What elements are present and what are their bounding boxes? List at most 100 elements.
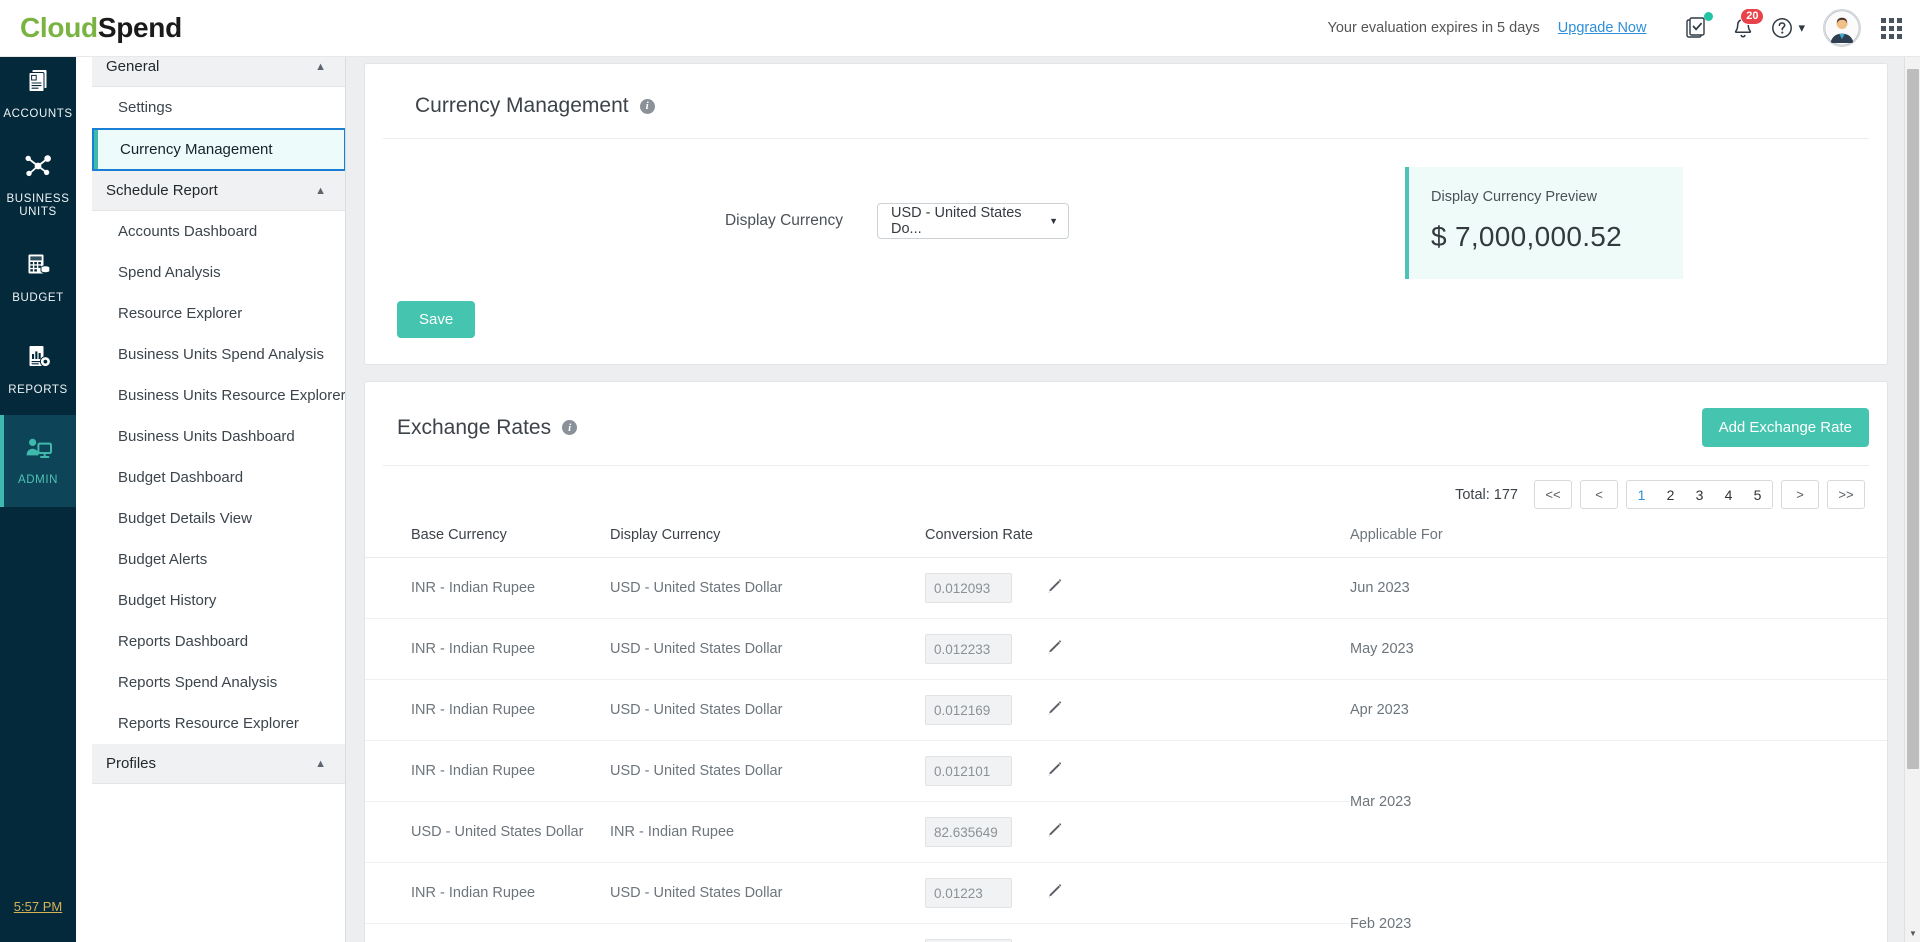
app-switcher-button[interactable] [1881,18,1902,39]
chevron-up-icon: ▲ [315,758,326,770]
edit-pencil-icon[interactable] [1045,821,1064,844]
pagination-pages: 1 2 3 4 5 [1626,480,1773,509]
cell-conversion-rate: 0.012101 [925,741,1045,802]
exchange-rates-title: Exchange Rates i [383,416,577,440]
session-clock[interactable]: 5:57 PM [0,899,76,914]
conversion-rate-input[interactable]: 0.012169 [925,695,1012,725]
cell-base-currency: INR - Indian Rupee [365,619,610,680]
pagination-total: Total: 177 [1455,487,1518,503]
admin-user-monitor-icon [23,436,53,467]
pagination-first-button[interactable]: << [1534,480,1572,509]
table-header: Base Currency Display Currency Conversio… [365,519,1887,558]
edit-pencil-icon[interactable] [1045,638,1064,661]
nav-group-profiles[interactable]: Profiles ▲ [92,744,346,784]
pagination-last-button[interactable]: >> [1827,480,1865,509]
tasks-status-dot [1704,12,1713,21]
upgrade-now-link[interactable]: Upgrade Now [1558,20,1647,36]
table-row: INR - Indian RupeeUSD - United States Do… [365,619,1887,680]
sidebar-item-budget-details-view[interactable]: Budget Details View [92,498,346,539]
sidebar-item-settings[interactable]: Settings [92,87,346,128]
edit-pencil-icon[interactable] [1045,882,1064,905]
sidebar-item-budget-alerts[interactable]: Budget Alerts [92,539,346,580]
rail-item-accounts[interactable]: ACCOUNTS [0,47,76,139]
edit-pencil-icon[interactable] [1045,760,1064,783]
sidebar-item-budget-history[interactable]: Budget History [92,580,346,621]
pagination-page-2[interactable]: 2 [1656,481,1685,508]
sidebar-item-label: Budget History [118,592,216,609]
save-button[interactable]: Save [397,301,475,338]
cell-display-currency: INR - Indian Rupee [610,802,925,863]
pagination-page-4[interactable]: 4 [1714,481,1743,508]
grid-dot [1881,18,1886,23]
rail-label-admin: ADMIN [18,474,58,487]
currency-management-card: Currency Management i Display Currency U… [364,63,1888,365]
avatar[interactable] [1823,9,1861,47]
info-icon[interactable]: i [640,99,655,114]
cell-conversion-rate: 0.012169 [925,680,1045,741]
rail-label-business-units: BUSINESSUNITS [7,193,70,219]
sidebar-item-currency-management[interactable]: Currency Management [92,128,346,171]
conversion-rate-input[interactable]: 0.012101 [925,756,1012,786]
conversion-rate-input[interactable]: 0.01223 [925,878,1012,908]
grid-dot [1881,34,1886,39]
column-applicable-for: Applicable For [1350,519,1887,558]
cell-base-currency: INR - Indian Rupee [365,741,610,802]
sidebar-item-budget-dashboard[interactable]: Budget Dashboard [92,457,346,498]
sidebar-item-reports-resource-explorer[interactable]: Reports Resource Explorer [92,703,346,744]
table-body: INR - Indian RupeeUSD - United States Do… [365,558,1887,942]
logo-cloud-text: Cloud [20,12,98,43]
preview-value: $ 7,000,000.52 [1431,221,1661,253]
rail-item-budget[interactable]: BUDGET [0,231,76,323]
rail-item-admin[interactable]: ADMIN [0,415,76,507]
rail-item-business-units[interactable]: BUSINESSUNITS [0,139,76,231]
pagination-page-1[interactable]: 1 [1627,481,1656,508]
notification-badge: 20 [1740,8,1764,25]
column-base-currency: Base Currency [365,519,610,558]
vertical-scrollbar[interactable]: ▲ ▼ [1904,47,1920,942]
add-exchange-rate-button[interactable]: Add Exchange Rate [1702,408,1869,447]
sidebar-item-spend-analysis[interactable]: Spend Analysis [92,252,346,293]
cell-base-currency: USD - United States Dollar [365,802,610,863]
cell-base-currency: INR - Indian Rupee [365,680,610,741]
cell-display-currency: USD - United States Dollar [610,558,925,619]
rail-label-accounts: ACCOUNTS [3,108,72,121]
cell-edit [1045,863,1350,924]
display-currency-select[interactable]: USD - United States Do... ▼ [877,203,1069,239]
cell-display-currency: INR - Indian Rupee [610,924,925,942]
conversion-rate-input[interactable]: 0.012233 [925,634,1012,664]
grid-dot [1897,18,1902,23]
cell-edit [1045,680,1350,741]
sidebar-item-accounts-dashboard[interactable]: Accounts Dashboard [92,211,346,252]
sidebar-item-business-units-dashboard[interactable]: Business Units Dashboard [92,416,346,457]
pagination-next-button[interactable]: > [1781,480,1819,509]
chevron-down-icon: ▾ [1798,20,1805,36]
cell-applicable-for: Feb 2023 [1350,863,1887,942]
pagination-page-3[interactable]: 3 [1685,481,1714,508]
edit-pencil-icon[interactable] [1045,577,1064,600]
pagination-prev-button[interactable]: < [1580,480,1618,509]
info-icon[interactable]: i [562,420,577,435]
sidebar-item-reports-spend-analysis[interactable]: Reports Spend Analysis [92,662,346,703]
sidebar-item-reports-dashboard[interactable]: Reports Dashboard [92,621,346,662]
scrollbar-thumb[interactable] [1907,69,1919,769]
rail-item-reports[interactable]: REPORTS [0,323,76,415]
cell-display-currency: USD - United States Dollar [610,863,925,924]
conversion-rate-input[interactable]: 82.635649 [925,817,1012,847]
sidebar-item-business-units-resource-explorer[interactable]: Business Units Resource Explorer [92,375,346,416]
notifications-button[interactable]: 20 [1720,5,1766,51]
edit-pencil-icon[interactable] [1045,699,1064,722]
secondary-nav-list: General ▲ Settings Currency Management S… [92,47,346,784]
page-title-text: Currency Management [415,94,629,118]
nav-group-schedule-report[interactable]: Schedule Report ▲ [92,171,346,211]
sidebar-item-business-units-spend-analysis[interactable]: Business Units Spend Analysis [92,334,346,375]
help-menu-button[interactable]: ▾ [1770,16,1805,40]
conversion-rate-input[interactable]: 0.012093 [925,573,1012,603]
app-logo[interactable]: CloudSpend [20,12,182,44]
scroll-down-arrow-icon[interactable]: ▼ [1905,925,1920,942]
sidebar-item-resource-explorer[interactable]: Resource Explorer [92,293,346,334]
pagination-page-5[interactable]: 5 [1743,481,1772,508]
exchange-rates-card: Exchange Rates i Add Exchange Rate Total… [364,381,1888,942]
column-conversion-rate: Conversion Rate [925,519,1350,558]
tasks-button[interactable] [1674,5,1720,51]
cell-display-currency: USD - United States Dollar [610,741,925,802]
